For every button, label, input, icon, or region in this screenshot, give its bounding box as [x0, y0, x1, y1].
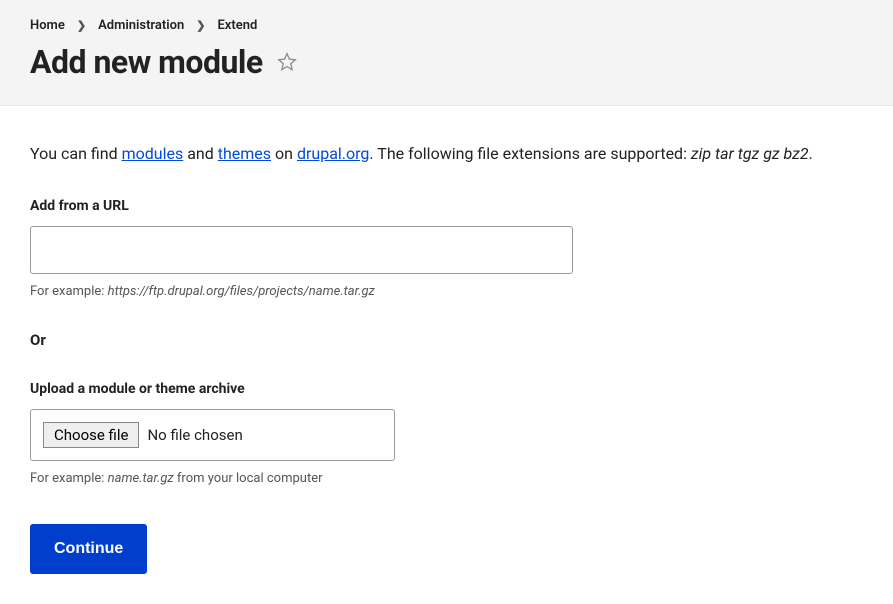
- url-help-example: https://ftp.drupal.org/files/projects/na…: [108, 284, 375, 299]
- breadcrumb-home[interactable]: Home: [30, 18, 65, 33]
- header-region: Home ❯ Administration ❯ Extend Add new m…: [0, 0, 893, 106]
- intro-mid1: and: [183, 144, 218, 163]
- or-separator: Or: [30, 331, 863, 349]
- intro-mid2: on: [271, 144, 297, 163]
- url-help-text: For example: https://ftp.drupal.org/file…: [30, 284, 863, 299]
- upload-label: Upload a module or theme archive: [30, 381, 863, 397]
- main-content: You can find modules and themes on drupa…: [0, 106, 893, 604]
- breadcrumb-administration[interactable]: Administration: [98, 18, 184, 33]
- themes-link[interactable]: themes: [218, 144, 271, 163]
- chevron-right-icon: ❯: [77, 19, 86, 32]
- chevron-right-icon: ❯: [196, 19, 205, 32]
- continue-button[interactable]: Continue: [30, 524, 147, 574]
- intro-text: You can find modules and themes on drupa…: [30, 142, 863, 166]
- star-icon[interactable]: [277, 52, 297, 72]
- url-help-prefix: For example:: [30, 284, 108, 299]
- intro-suffix2: .: [809, 144, 813, 163]
- drupal-link[interactable]: drupal.org: [297, 144, 369, 163]
- choose-file-button[interactable]: Choose file: [43, 422, 139, 448]
- upload-help-suffix: from your local computer: [174, 471, 323, 486]
- intro-suffix1: . The following file extensions are supp…: [369, 144, 691, 163]
- upload-help-text: For example: name.tar.gz from your local…: [30, 471, 863, 486]
- modules-link[interactable]: modules: [122, 144, 184, 163]
- url-label: Add from a URL: [30, 198, 863, 214]
- intro-extensions: zip tar tgz gz bz2: [691, 144, 809, 163]
- page-title-row: Add new module: [30, 43, 863, 81]
- breadcrumb: Home ❯ Administration ❯ Extend: [30, 18, 863, 33]
- upload-help-example: name.tar.gz: [108, 471, 174, 486]
- file-input-wrapper[interactable]: Choose file No file chosen: [30, 409, 395, 461]
- upload-help-prefix: For example:: [30, 471, 108, 486]
- intro-prefix: You can find: [30, 144, 122, 163]
- breadcrumb-extend[interactable]: Extend: [217, 18, 257, 33]
- url-input[interactable]: [30, 226, 573, 274]
- file-status-text: No file chosen: [147, 426, 242, 444]
- page-title: Add new module: [30, 43, 263, 81]
